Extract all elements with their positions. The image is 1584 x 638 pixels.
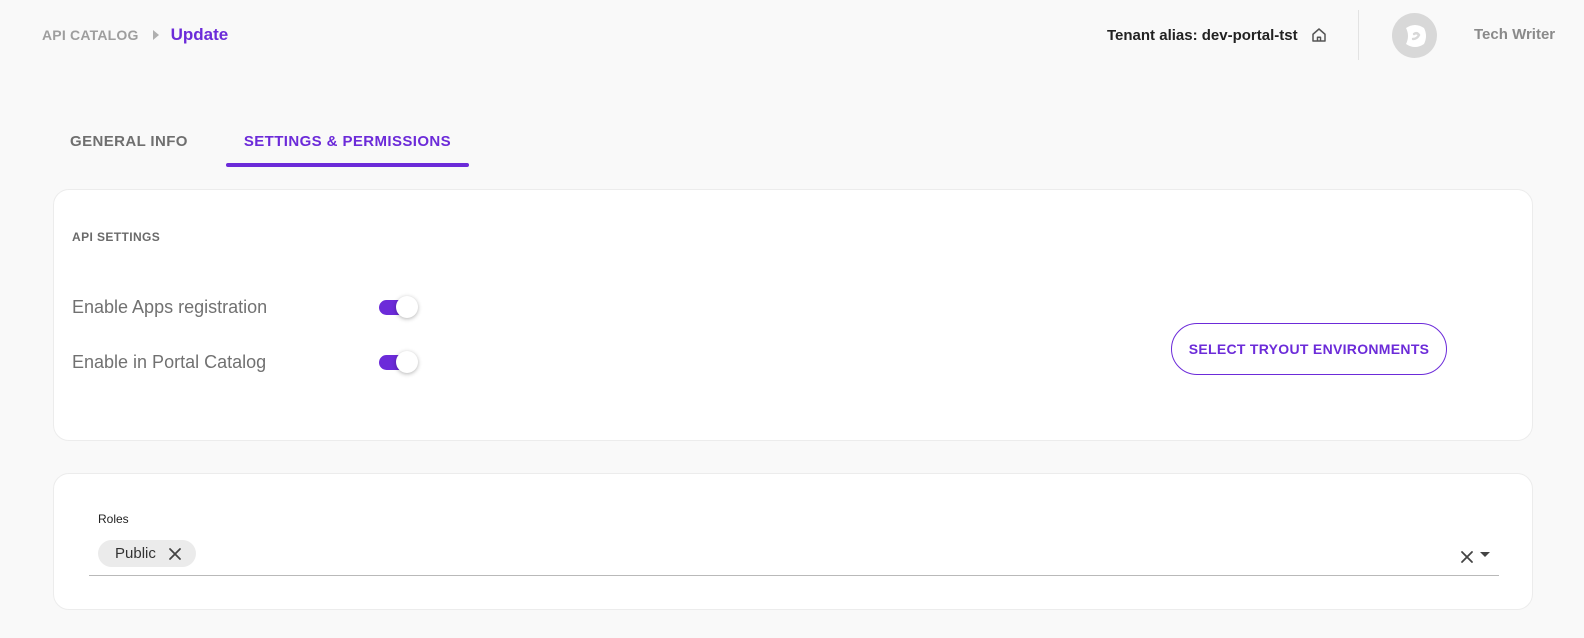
roles-card: Roles Public	[53, 473, 1533, 610]
tenant-info: Tenant alias: dev-portal-tst	[1107, 25, 1328, 45]
setting-portal-catalog: Enable in Portal Catalog	[72, 349, 420, 375]
close-icon[interactable]	[168, 547, 182, 561]
tenant-alias: Tenant alias: dev-portal-tst	[1107, 26, 1298, 44]
portal-catalog-toggle[interactable]	[378, 349, 420, 375]
portal-catalog-label: Enable in Portal Catalog	[72, 351, 267, 372]
clear-selection-icon[interactable]	[1460, 550, 1474, 564]
role-chip-label: Public	[115, 545, 156, 562]
api-settings-card: API SETTINGS Enable Apps registration En…	[53, 189, 1533, 441]
chevron-down-icon[interactable]	[1479, 551, 1491, 559]
header-divider	[1358, 10, 1359, 60]
toggle-thumb	[396, 351, 418, 373]
home-icon[interactable]	[1310, 26, 1328, 44]
breadcrumb-api-catalog[interactable]: API CATALOG	[42, 27, 139, 43]
user-name[interactable]: Tech Writer	[1474, 26, 1555, 43]
tab-bar: GENERAL INFO SETTINGS & PERMISSIONS	[52, 118, 470, 167]
breadcrumb-current: Update	[170, 25, 229, 44]
toggle-thumb	[396, 296, 418, 318]
top-header: API CATALOG Update Tenant alias: dev-por…	[0, 0, 1584, 70]
api-settings-title: API SETTINGS	[72, 230, 161, 244]
avatar[interactable]	[1392, 13, 1437, 58]
tab-general-info[interactable]: GENERAL INFO	[52, 118, 206, 165]
select-tryout-environments-button[interactable]: SELECT TRYOUT ENVIRONMENTS	[1171, 323, 1447, 375]
role-chip-public: Public	[98, 540, 196, 567]
roles-label: Roles	[98, 512, 129, 526]
avatar-logo-icon	[1400, 21, 1430, 51]
apps-registration-toggle[interactable]	[378, 294, 420, 320]
roles-select[interactable]: Public	[89, 536, 1499, 576]
breadcrumb-separator-icon	[152, 30, 159, 40]
setting-apps-registration: Enable Apps registration	[72, 294, 420, 320]
breadcrumb: API CATALOG Update	[42, 24, 228, 46]
tab-settings-permissions[interactable]: SETTINGS & PERMISSIONS	[225, 118, 470, 167]
apps-registration-label: Enable Apps registration	[72, 296, 268, 317]
